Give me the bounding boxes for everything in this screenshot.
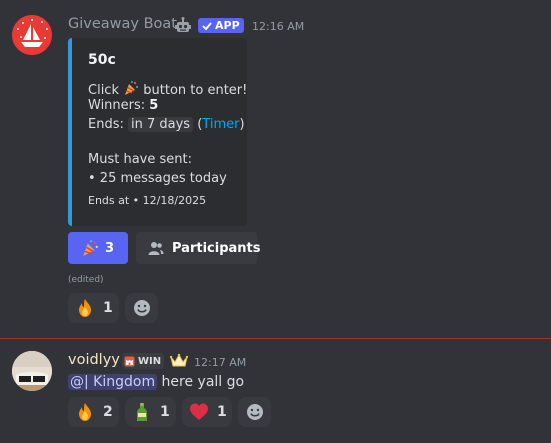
role-tag[interactable]: WIN (122, 353, 165, 369)
winners-value: 5 (149, 98, 159, 113)
click-suffix: button to enter! (143, 83, 248, 98)
add-reaction-button[interactable] (125, 293, 158, 323)
checkmark-icon (202, 21, 212, 30)
embed-footer: Ends at • 12/18/2025 (88, 194, 207, 207)
click-prefix: Click (88, 83, 119, 98)
avatar-photo-icon (12, 351, 52, 391)
reaction-fire[interactable]: 2 (68, 397, 119, 427)
app-badge-label: APP (215, 19, 240, 32)
requirement-heading: Must have sent: (88, 152, 192, 167)
role-mention[interactable]: @| Kingdom (68, 374, 158, 390)
embed-click-line: Click button to enter! (88, 80, 247, 98)
reaction-bottle[interactable]: 1 (125, 397, 176, 427)
reaction-count: 1 (103, 300, 113, 316)
smiley-icon (246, 404, 263, 420)
castle-icon (124, 356, 135, 367)
paren-close: ) (239, 117, 245, 132)
fire-icon (75, 298, 95, 318)
boat-logo-icon (12, 15, 52, 55)
embed-title: 50c (88, 52, 116, 68)
message-timestamp[interactable]: 12:17 AM (194, 356, 246, 369)
participants-label: Participants (172, 240, 261, 256)
reaction-heart[interactable]: 1 (182, 397, 232, 427)
embed-winners-line: Winners: 5 (88, 98, 158, 113)
app-badge: APP (198, 18, 244, 33)
requirement-item: • 25 messages today (88, 171, 227, 186)
message-timestamp[interactable]: 12:16 AM (252, 20, 304, 33)
party-popper-icon (123, 80, 139, 95)
timer-link[interactable]: Timer (202, 117, 239, 132)
embed-ends-line: Ends: in 7 days (Timer) (88, 117, 245, 132)
reaction-fire[interactable]: 1 (68, 293, 119, 323)
user-avatar[interactable] (12, 351, 52, 391)
message-content: @| Kingdom here yall go (68, 374, 244, 390)
reaction-count: 1 (160, 404, 170, 420)
bot-author-name[interactable]: Giveaway Boat (68, 16, 177, 32)
heart-icon (189, 402, 209, 422)
user-author-name[interactable]: voidlyy (68, 352, 120, 368)
bottle-icon (132, 402, 152, 422)
add-reaction-button[interactable] (238, 397, 271, 427)
new-messages-divider (0, 338, 551, 339)
enter-count: 3 (105, 240, 115, 256)
participants-button[interactable]: Participants (136, 232, 261, 264)
role-tag-label: WIN (138, 355, 162, 367)
fire-icon (75, 402, 95, 422)
edited-label: (edited) (68, 275, 104, 285)
party-popper-icon (81, 239, 99, 257)
bot-avatar[interactable] (12, 15, 52, 55)
participants-icon (148, 240, 164, 256)
enter-giveaway-button[interactable]: 3 (68, 232, 128, 264)
message-text: here yall go (157, 374, 245, 390)
smiley-icon (133, 300, 150, 316)
robot-icon (174, 17, 192, 35)
ends-timestamp[interactable]: in 7 days (128, 117, 194, 132)
reaction-count: 2 (103, 404, 113, 420)
crown-icon (169, 353, 189, 369)
winners-label: Winners: (88, 98, 146, 113)
giveaway-embed: 50c Click button to enter! Winners: 5 En… (68, 38, 247, 226)
ends-label: Ends: (88, 117, 124, 132)
reaction-count: 1 (217, 404, 227, 420)
